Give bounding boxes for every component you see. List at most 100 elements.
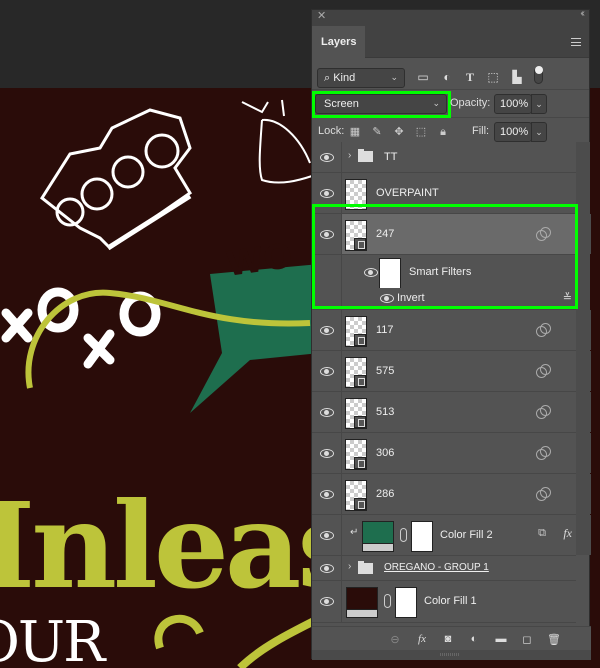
opacity-label: Opacity: xyxy=(450,97,491,109)
smart-filters-row[interactable]: Smart Filters xyxy=(312,255,576,289)
collapse-icon[interactable]: ‹‹ xyxy=(580,8,584,19)
smart-object-icon xyxy=(354,498,366,510)
blend-mode-select[interactable]: Screen ⌄ xyxy=(315,94,447,114)
visibility-eye-icon[interactable] xyxy=(320,230,334,239)
opacity-dropdown[interactable]: ⌄ xyxy=(531,94,547,114)
panel-menu-icon[interactable] xyxy=(571,38,581,46)
lock-position-icon[interactable]: ✥ xyxy=(392,125,406,139)
fill-color-thumbnail[interactable] xyxy=(362,521,394,552)
opacity-input[interactable]: 100% xyxy=(494,94,532,114)
smart-object-icon xyxy=(354,375,366,387)
lock-transparency-icon[interactable]: ▦ xyxy=(348,125,362,139)
delete-layer-icon[interactable]: 🗑︎ xyxy=(547,633,561,646)
speech-bubble xyxy=(190,264,320,413)
panel-titlebar: ✕ ‹‹ xyxy=(312,8,589,24)
visibility-eye-icon[interactable] xyxy=(320,597,334,606)
new-layer-icon[interactable]: ◻ xyxy=(520,633,534,646)
layer-name: TT xyxy=(384,151,398,163)
link-layers-icon[interactable]: ⊖ xyxy=(388,633,402,646)
visibility-eye-icon[interactable] xyxy=(320,189,334,198)
lime-swash-bottom xyxy=(154,614,322,668)
new-group-icon[interactable]: ▬ xyxy=(494,633,508,646)
link-chain-icon[interactable] xyxy=(400,528,407,542)
visibility-eye-icon[interactable] xyxy=(320,326,334,335)
layer-row[interactable]: 286 ⌄ xyxy=(312,474,591,515)
fx-icon[interactable]: fx xyxy=(415,633,429,646)
layer-thumbnail xyxy=(345,480,367,511)
layers-scrollbar[interactable] xyxy=(576,142,590,554)
layer-row-selected[interactable]: 247 ^ xyxy=(312,214,591,255)
layer-name: OREGANO - GROUP 1 xyxy=(384,562,489,573)
layer-thumbnail xyxy=(345,316,367,347)
smart-object-icon xyxy=(354,334,366,346)
layer-name: 513 xyxy=(376,406,395,418)
visibility-eye-icon[interactable] xyxy=(320,408,334,417)
lock-label: Lock: xyxy=(318,125,345,137)
visibility-eye-icon[interactable] xyxy=(380,294,394,303)
canvas-headline: Inleas xyxy=(0,476,364,615)
layers-list: › TT OVERPAINT 247 ^ Smart Filters In xyxy=(312,142,591,623)
resize-grip[interactable] xyxy=(312,650,591,660)
layer-name: Color Fill 1 xyxy=(424,595,477,607)
layer-mask-thumbnail[interactable] xyxy=(395,587,417,618)
blending-options-icon[interactable] xyxy=(536,405,551,419)
clipped-layer-icon: ⧉ xyxy=(538,527,546,539)
layer-name: 286 xyxy=(376,488,395,500)
layer-row[interactable]: › OREGANO - GROUP 1 xyxy=(312,556,576,581)
image-filter-icon[interactable]: ▭ xyxy=(415,69,431,85)
layer-name: 247 xyxy=(376,228,395,240)
shape-filter-icon[interactable]: ⬚ xyxy=(485,69,501,85)
blending-options-icon[interactable] xyxy=(536,487,551,501)
close-icon[interactable]: ✕ xyxy=(317,9,326,22)
blending-options-icon[interactable] xyxy=(536,364,551,378)
smart-object-filter-icon[interactable]: ▙ xyxy=(509,69,525,85)
layer-thumbnail xyxy=(345,439,367,470)
fill-color-thumbnail[interactable] xyxy=(346,587,378,618)
layer-row[interactable]: ↵ Color Fill 2 ⧉ fx ⌄ xyxy=(312,515,591,556)
layer-row[interactable]: › TT xyxy=(312,142,576,173)
layer-row[interactable]: 117 ⌄ xyxy=(312,310,591,351)
layer-row[interactable]: 575 ⌄ xyxy=(312,351,591,392)
layer-thumbnail xyxy=(345,357,367,388)
filter-toggle[interactable] xyxy=(534,66,543,84)
fill-label: Fill: xyxy=(472,125,490,137)
lock-pixels-icon[interactable]: ✎ xyxy=(370,125,384,139)
fill-input[interactable]: 100% xyxy=(494,122,532,142)
folder-icon xyxy=(358,149,373,162)
blending-options-icon[interactable] xyxy=(536,227,551,241)
layer-row[interactable]: OVERPAINT xyxy=(312,173,576,214)
fx-icon[interactable]: fx xyxy=(563,526,572,541)
adjustment-filter-icon[interactable]: ◐ xyxy=(439,69,455,85)
expand-chevron-icon[interactable]: › xyxy=(348,150,351,161)
filter-row-invert[interactable]: Invert ≚ xyxy=(312,288,576,310)
visibility-eye-icon[interactable] xyxy=(364,268,378,277)
kind-filter-select[interactable]: ⌕ Kind ⌄ xyxy=(317,68,405,88)
layer-thumbnail xyxy=(345,179,367,210)
visibility-eye-icon[interactable] xyxy=(320,153,334,162)
visibility-eye-icon[interactable] xyxy=(320,490,334,499)
visibility-eye-icon[interactable] xyxy=(320,531,334,540)
layer-mask-thumbnail[interactable] xyxy=(411,521,433,552)
type-filter-icon[interactable]: T xyxy=(462,69,478,85)
adjustment-layer-icon[interactable]: ◐ xyxy=(467,633,481,646)
panel-footer: ⊖ fx ◙ ◐ ▬ ◻ 🗑︎ xyxy=(312,626,591,650)
blending-options-icon[interactable] xyxy=(536,323,551,337)
tab-layers[interactable]: Layers xyxy=(312,26,365,58)
blending-options-icon[interactable] xyxy=(536,446,551,460)
layer-row[interactable]: Color Fill 1 xyxy=(312,581,576,623)
layer-name: OVERPAINT xyxy=(376,187,439,199)
expand-chevron-icon[interactable]: › xyxy=(348,561,351,572)
fill-dropdown[interactable]: ⌄ xyxy=(531,122,547,142)
visibility-eye-icon[interactable] xyxy=(320,449,334,458)
chevron-down-icon: ⌄ xyxy=(432,98,440,108)
layer-row[interactable]: 513 ⌄ xyxy=(312,392,591,433)
add-mask-icon[interactable]: ◙ xyxy=(441,633,455,646)
link-chain-icon[interactable] xyxy=(384,594,391,608)
lock-artboard-icon[interactable]: ⬚ xyxy=(414,125,428,139)
lock-all-icon[interactable]: 🔒︎ xyxy=(436,125,450,139)
layer-row[interactable]: 306 ⌄ xyxy=(312,433,591,474)
filter-options-icon[interactable]: ≚ xyxy=(563,291,572,304)
brass-knuckles-drawing xyxy=(40,108,193,251)
visibility-eye-icon[interactable] xyxy=(320,564,334,573)
visibility-eye-icon[interactable] xyxy=(320,367,334,376)
